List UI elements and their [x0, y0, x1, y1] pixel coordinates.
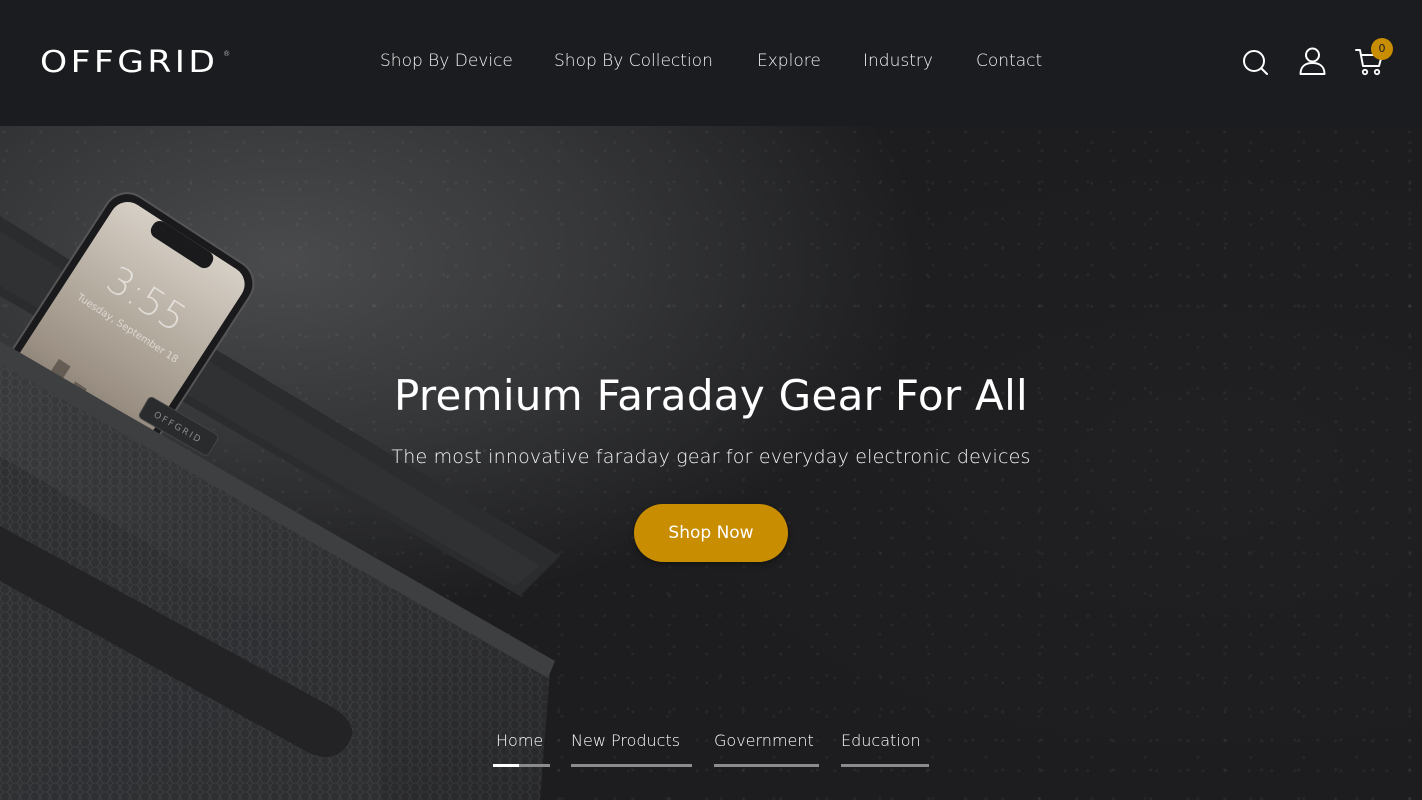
- slider-progress-bar: [841, 764, 929, 767]
- logo-wordmark: OFFGRID: [40, 45, 219, 80]
- site-header: OFFGRID ® Shop By Device Shop By Collect…: [0, 0, 1422, 126]
- hero-banner: 3:55 Tuesday, September 18 OFFGRID Premi…: [0, 126, 1422, 800]
- slider-tab-home[interactable]: Home: [493, 730, 550, 767]
- registered-mark: ®: [223, 50, 234, 58]
- slider-tab-label: Education: [841, 731, 921, 750]
- slider-progress-bar: [571, 764, 692, 767]
- hero-slider-tabs: Home New Products Government Education: [0, 730, 1422, 770]
- nav-contact[interactable]: Contact: [976, 50, 1042, 72]
- search-icon[interactable]: [1242, 49, 1268, 75]
- slider-tab-education[interactable]: Education: [841, 730, 929, 767]
- slider-progress-bar: [714, 764, 819, 767]
- offgrid-logo[interactable]: OFFGRID ®: [40, 48, 233, 78]
- hero-subtitle: The most innovative faraday gear for eve…: [391, 446, 1031, 468]
- user-icon[interactable]: [1299, 47, 1326, 75]
- slider-tab-label: Government: [714, 731, 814, 750]
- nav-explore[interactable]: Explore: [757, 50, 821, 72]
- slider-tab-government[interactable]: Government: [714, 730, 819, 767]
- hero-title: Premium Faraday Gear For All: [393, 371, 1029, 420]
- slider-tab-label: Home: [496, 731, 544, 750]
- cart-count-badge: 0: [1371, 38, 1393, 60]
- slider-tab-label: New Products: [571, 731, 681, 750]
- slider-tab-new-products[interactable]: New Products: [571, 730, 692, 767]
- nav-shop-by-device[interactable]: Shop By Device: [380, 50, 513, 72]
- shop-now-button[interactable]: Shop Now: [634, 504, 788, 562]
- slider-progress-bar: [493, 764, 550, 767]
- nav-industry[interactable]: Industry: [863, 50, 933, 72]
- nav-shop-by-collection[interactable]: Shop By Collection: [554, 50, 713, 72]
- slider-progress-fill: [493, 764, 519, 767]
